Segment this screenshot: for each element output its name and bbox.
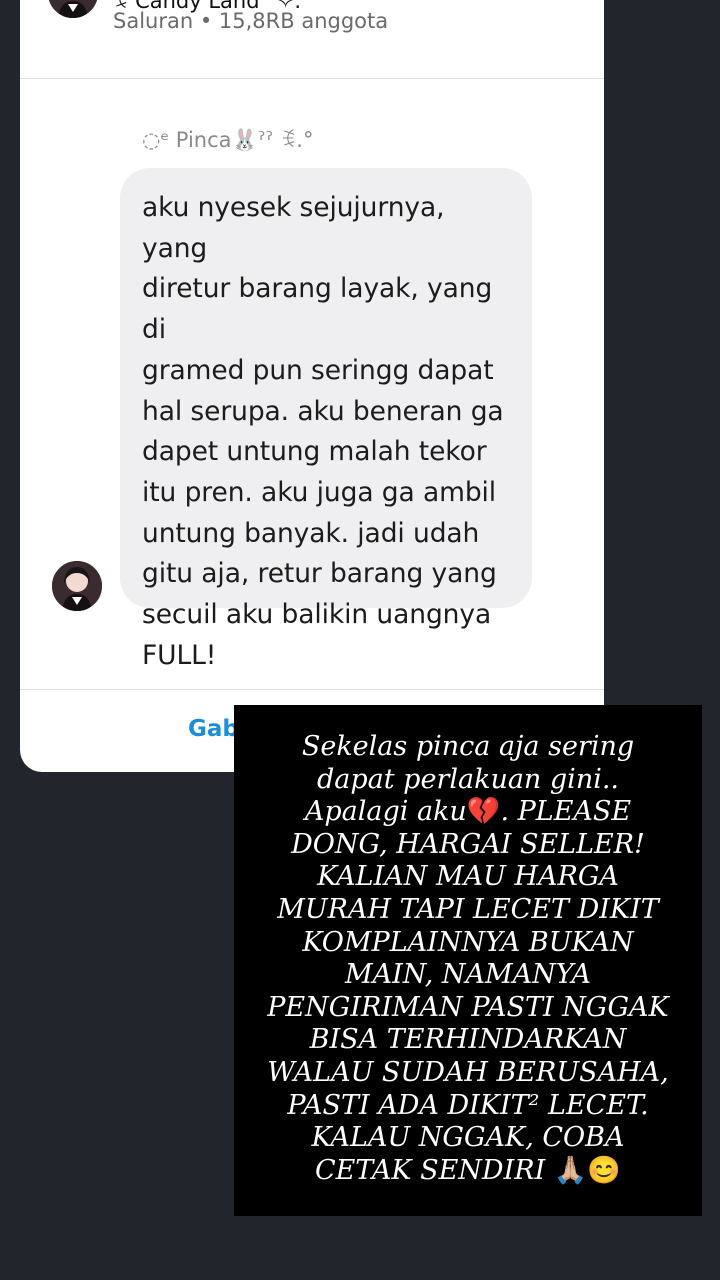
overlay-caption: Sekelas pinca aja sering dapat perlakuan… — [234, 731, 702, 1187]
channel-avatar[interactable] — [48, 0, 98, 18]
story-text-overlay: Sekelas pinca aja sering dapat perlakuan… — [234, 705, 702, 1216]
channel-header[interactable]: ꉂ Candy Land ˚✧. Saluran • 15,8RB anggot… — [20, 0, 604, 79]
avatar-girl-icon — [52, 561, 102, 611]
broken-heart-icon: 💔 — [466, 796, 501, 828]
pray-smile-icons: 🙏🏼😊 — [553, 1154, 622, 1186]
avatar-girl-icon — [48, 0, 98, 18]
screen: ꉂ Candy Land ˚✧. Saluran • 15,8RB anggot… — [0, 0, 720, 1280]
overlay-text-part2: . PLEASE DONG, HARGAI SELLER! KALIAN MAU… — [267, 796, 669, 1186]
footer-divider — [20, 689, 604, 690]
channel-member-count: Saluran • 15,8RB anggota — [113, 9, 389, 33]
message-text: aku nyesek sejujurnya, yang diretur bara… — [142, 192, 504, 671]
channel-card: ꉂ Candy Land ˚✧. Saluran • 15,8RB anggot… — [20, 0, 604, 772]
sender-avatar[interactable] — [52, 561, 102, 611]
message-sender-name: ◌ᵉ Pinca🐰ˀˀ ꉂ.° — [142, 128, 314, 152]
message-bubble[interactable]: aku nyesek sejujurnya, yang diretur bara… — [120, 168, 532, 671]
